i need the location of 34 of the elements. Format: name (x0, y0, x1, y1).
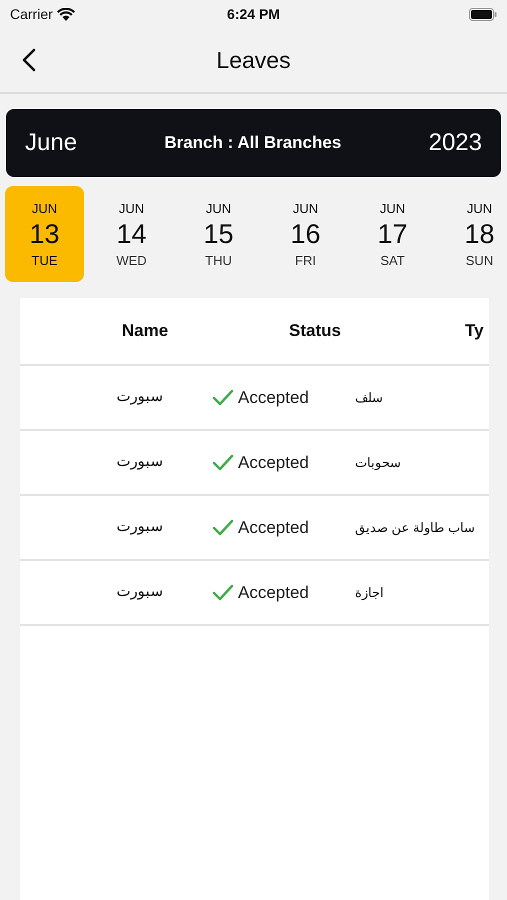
column-header: Status (288, 320, 342, 342)
status-time: 6:24 PM (227, 4, 280, 24)
date-item[interactable]: JUN 13 TUE (5, 186, 84, 282)
table-cell-text: سلف (355, 388, 383, 407)
table-cell-text: Accepted (238, 516, 309, 539)
battery-icon (468, 8, 497, 20)
table-cell-text: سبورت (116, 517, 164, 538)
column-header: Name (120, 320, 170, 342)
table-cell-text: Accepted (238, 582, 309, 604)
table-cell-text: Accepted (238, 452, 309, 474)
table-cell-text: سبورت (116, 452, 164, 472)
back-icon (22, 48, 36, 72)
date-item[interactable]: JUN 15 THU (179, 186, 258, 282)
page-title: Leaves (216, 46, 291, 75)
branch-label[interactable]: Branch : All Branches (164, 130, 342, 156)
date-item[interactable]: JUN 16 FRI (266, 186, 345, 282)
table-cell-text: سبورت (116, 582, 164, 602)
column-header: Ty (464, 320, 484, 342)
wifi-icon (56, 8, 75, 20)
month-label[interactable]: June (25, 125, 78, 161)
table-cell-text: سبورت (116, 387, 164, 408)
date-item[interactable]: JUN 18 SUN (440, 186, 507, 282)
carrier-label: Carrier (10, 4, 53, 24)
table-cell-text: اجازة (355, 584, 384, 602)
date-item[interactable]: JUN 14 WED (92, 186, 171, 282)
date-item[interactable]: JUN 17 SAT (353, 186, 432, 282)
checkmark-icon (212, 454, 234, 472)
checkmark-icon (212, 388, 234, 406)
table-cell-text: سحوبات (355, 454, 401, 472)
table-cell-text: Accepted (238, 386, 309, 409)
checkmark-icon (212, 518, 234, 536)
year-label[interactable]: 2023 (428, 125, 482, 161)
checkmark-icon (212, 584, 234, 602)
table-cell-text: ساب طاولة عن صديق (355, 518, 475, 538)
